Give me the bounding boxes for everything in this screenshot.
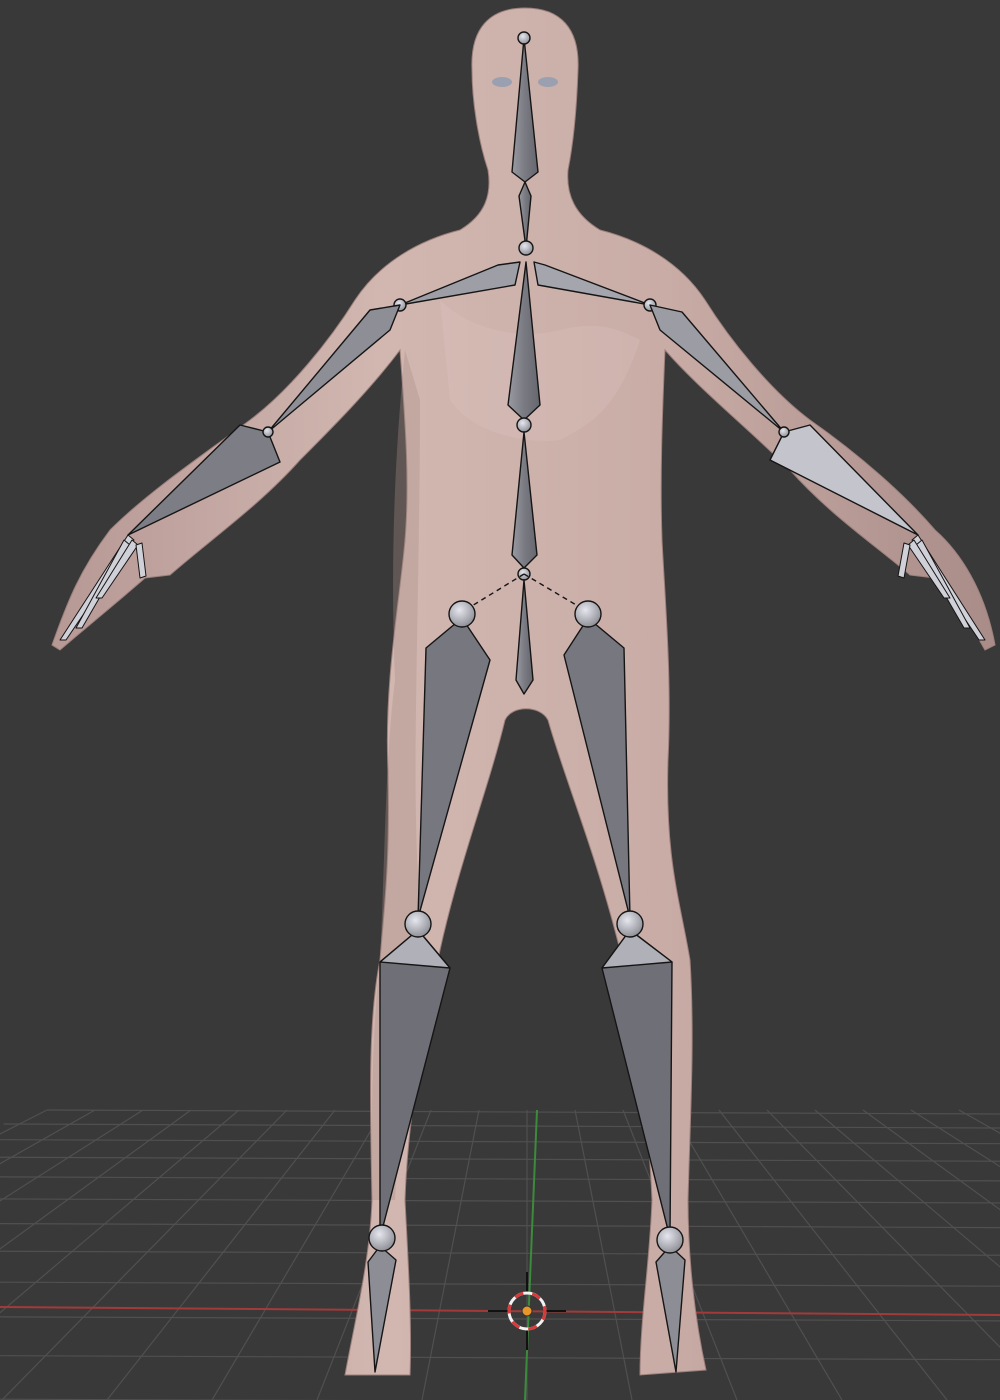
joint-ankle-left[interactable] [368,1224,396,1252]
grid-line [0,1316,1000,1322]
grid-line [0,1355,1000,1361]
eye-left [492,77,512,87]
joint-spine-mid[interactable] [516,417,532,433]
grid-line [3,1123,1000,1129]
grid-line [0,1281,1000,1287]
joint-knee-left[interactable] [404,910,432,938]
grid-line [421,1109,480,1400]
joint-knee-right[interactable] [616,910,644,938]
joint-hip-left[interactable] [448,600,476,628]
grid-line [0,1176,1000,1182]
floor-grid [0,1109,1000,1400]
grid-line [0,1156,1000,1162]
grid-line [0,1198,1000,1204]
viewport-canvas[interactable] [0,0,1000,1400]
joint-ankle-right[interactable] [656,1226,684,1254]
eye-right [538,77,558,87]
grid-line [0,1250,1000,1256]
joint-elbow-left[interactable] [262,426,274,438]
grid-line [0,1223,1000,1229]
joint-hip-right[interactable] [574,600,602,628]
grid-line [46,1109,1000,1115]
joint-neck[interactable] [518,240,534,256]
grid-line [0,1109,48,1135]
bone-shin-left[interactable] [379,929,451,1239]
bone-shin-right[interactable] [601,929,673,1239]
grid-line [574,1109,633,1400]
joint-elbow-right[interactable] [778,426,790,438]
joint-head-tip[interactable] [517,31,531,45]
origin-point-icon [521,1305,533,1317]
3d-viewport[interactable] [0,0,1000,1400]
